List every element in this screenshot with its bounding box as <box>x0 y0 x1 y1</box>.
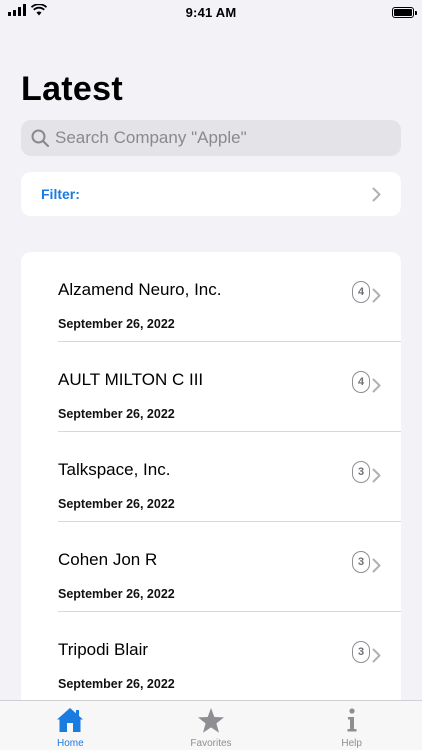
status-right <box>334 6 417 18</box>
company-name: Alzamend Neuro, Inc. <box>58 280 222 299</box>
count-badge: 3 <box>352 641 370 663</box>
filter-label: Filter: <box>41 186 80 202</box>
company-name: Tripodi Blair <box>58 640 149 659</box>
list-item[interactable]: Talkspace, Inc. September 26, 2022 3 <box>58 432 401 522</box>
filing-date: September 26, 2022 <box>58 497 175 511</box>
filter-row[interactable]: Filter: <box>21 172 401 216</box>
company-name: AULT MILTON C III <box>58 370 204 389</box>
count-badge: 3 <box>352 551 370 573</box>
star-icon <box>196 706 226 734</box>
filing-date: September 26, 2022 <box>58 317 175 331</box>
chevron-right-icon <box>372 558 381 578</box>
search-input[interactable] <box>55 128 385 148</box>
company-name: Talkspace, Inc. <box>58 460 171 479</box>
tab-bar: Home Favorites Help <box>0 700 422 750</box>
list-item[interactable]: Tripodi Blair September 26, 2022 3 <box>58 612 401 702</box>
battery-icon <box>392 6 417 18</box>
page-title: Latest <box>21 70 123 108</box>
search-bar[interactable] <box>21 120 401 156</box>
status-bar: 9:41 AM <box>0 0 422 24</box>
info-icon <box>337 706 367 734</box>
count-badge: 3 <box>352 461 370 483</box>
tab-label: Help <box>341 738 362 749</box>
chevron-right-icon <box>372 378 381 398</box>
filing-date: September 26, 2022 <box>58 587 175 601</box>
count-badge: 4 <box>352 281 370 303</box>
tab-label: Favorites <box>190 738 232 749</box>
search-icon <box>29 127 51 149</box>
filings-list: Alzamend Neuro, Inc. September 26, 2022 … <box>21 252 401 712</box>
wifi-icon <box>30 3 48 21</box>
home-icon <box>55 706 85 734</box>
list-item[interactable]: AULT MILTON C III September 26, 2022 4 <box>58 342 401 432</box>
chevron-right-icon <box>372 648 381 668</box>
signal-icon <box>8 3 26 21</box>
filing-date: September 26, 2022 <box>58 407 175 421</box>
chevron-right-icon <box>372 288 381 308</box>
status-time: 9:41 AM <box>185 4 237 20</box>
status-left <box>8 3 88 21</box>
chevron-right-icon <box>371 186 381 202</box>
tab-favorites[interactable]: Favorites <box>156 701 266 749</box>
tab-home[interactable]: Home <box>15 701 125 749</box>
filing-date: September 26, 2022 <box>58 677 175 691</box>
list-item[interactable]: Cohen Jon R September 26, 2022 3 <box>58 522 401 612</box>
chevron-right-icon <box>372 468 381 488</box>
company-name: Cohen Jon R <box>58 550 158 569</box>
count-badge: 4 <box>352 371 370 393</box>
tab-help[interactable]: Help <box>297 701 407 749</box>
list-item[interactable]: Alzamend Neuro, Inc. September 26, 2022 … <box>58 252 401 342</box>
tab-label: Home <box>56 738 84 749</box>
